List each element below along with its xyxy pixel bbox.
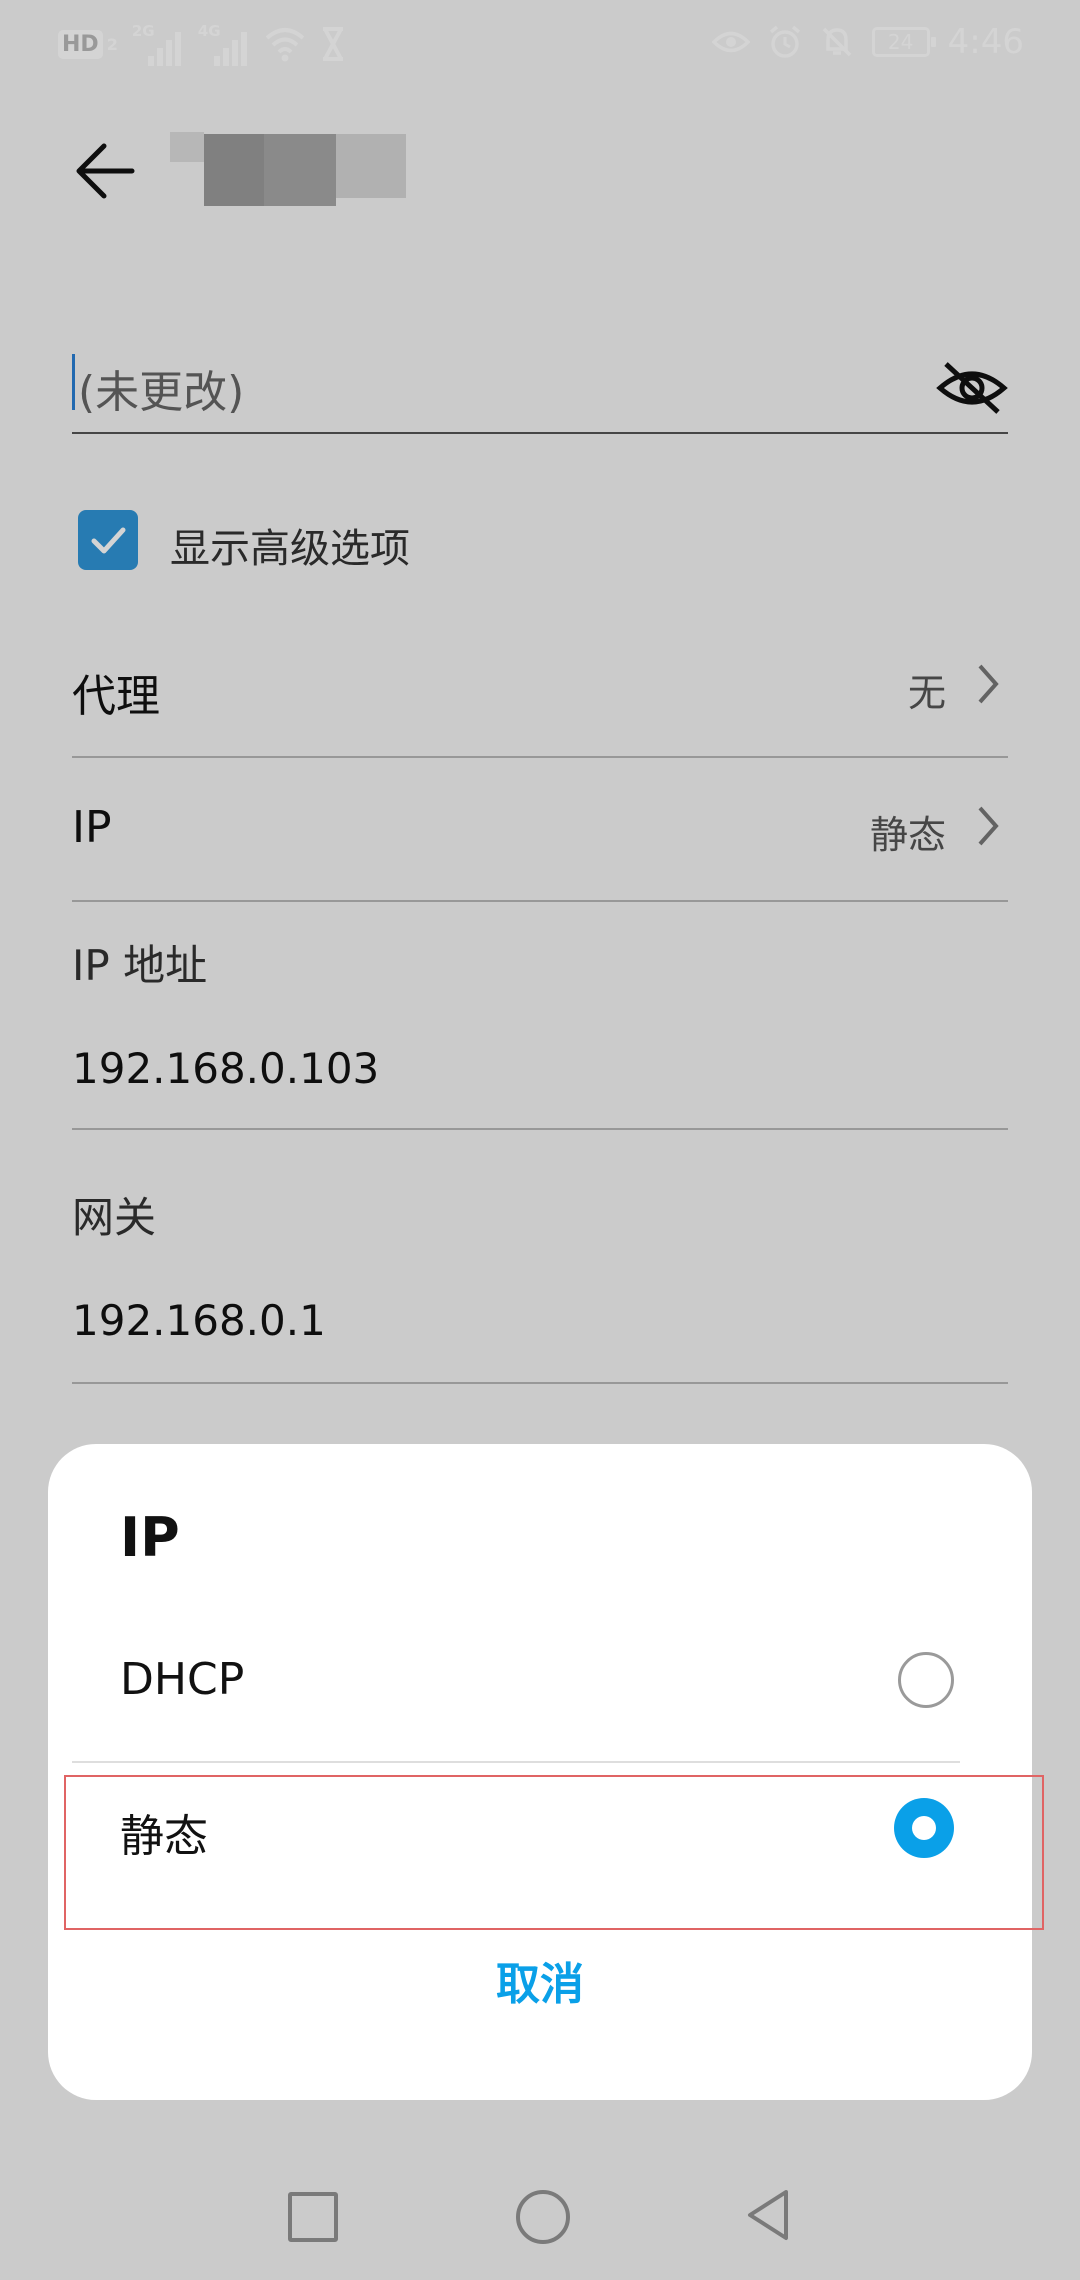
option-dhcp[interactable]: DHCP <box>48 1612 1032 1752</box>
option-divider <box>72 1761 960 1763</box>
radio-selected[interactable] <box>894 1798 954 1858</box>
back-button[interactable] <box>744 2188 790 2242</box>
recents-button[interactable] <box>288 2192 338 2242</box>
dialog-title: IP <box>120 1506 180 1569</box>
cancel-button[interactable]: 取消 <box>48 1948 1032 2012</box>
ip-mode-dialog: IP DHCP 静态 取消 <box>48 1444 1032 2100</box>
radio-unselected[interactable] <box>898 1652 954 1708</box>
option-static[interactable]: 静态 <box>48 1758 1032 1898</box>
option-label: 静态 <box>120 1811 208 1862</box>
navigation-bar <box>0 2150 1080 2280</box>
option-label: DHCP <box>120 1654 245 1705</box>
home-button[interactable] <box>516 2190 570 2244</box>
